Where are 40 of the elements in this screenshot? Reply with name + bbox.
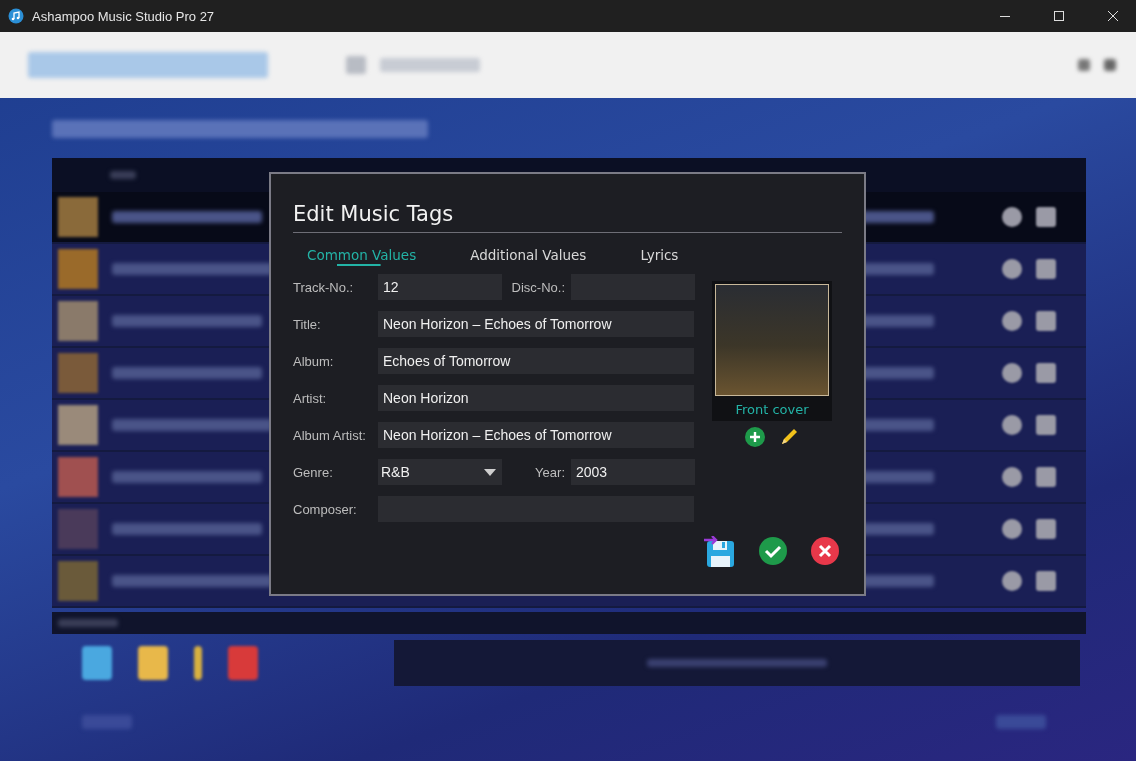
field-label: Album Artist: [293, 427, 367, 443]
photo-placeholder [58, 405, 98, 445]
dialog-title: Edit Music Tags [293, 202, 842, 233]
blurred-text [110, 171, 136, 179]
field-label: Year: [534, 464, 565, 480]
tab[interactable]: Additional Values [470, 245, 587, 266]
field-label: Title: [293, 316, 322, 332]
app-icon [8, 8, 24, 24]
input-field[interactable]: Neon Horizon – Echoes of Tomorrow [378, 422, 694, 448]
window-title: Ashampoo Music Studio Pro 27 [32, 8, 216, 24]
tab[interactable]: Lyrics [640, 245, 679, 266]
photo-placeholder [58, 509, 98, 549]
save-icon[interactable] [704, 536, 736, 568]
add-icon[interactable] [745, 427, 765, 447]
field-label: Album: [293, 353, 335, 369]
photo-placeholder [58, 353, 98, 393]
photo-placeholder [58, 249, 98, 289]
input-field[interactable]: Neon Horizon [378, 385, 694, 411]
field-label: Artist: [293, 390, 328, 406]
cancel-button[interactable] [810, 536, 840, 568]
close-icon[interactable] [1108, 11, 1118, 21]
input-field[interactable]: Echoes of Tomorrow [378, 348, 694, 374]
input-field[interactable]: Neon Horizon – Echoes of Tomorrow [378, 311, 694, 337]
field-label: Disc-No.: [510, 279, 565, 295]
cover-caption: Front cover [735, 401, 809, 419]
maximize-icon[interactable] [1054, 11, 1064, 21]
field-label: Composer: [293, 501, 358, 517]
input-field[interactable]: 12 [378, 274, 502, 300]
field-label: Track-No.: [293, 279, 355, 295]
caret-icon [484, 468, 496, 476]
photo-placeholder [58, 561, 98, 601]
photo-placeholder [58, 457, 98, 497]
dropdown[interactable]: R&B [378, 459, 502, 485]
field-label: Genre: [293, 464, 334, 480]
input-field[interactable]: 2003 [571, 459, 695, 485]
photo-placeholder [58, 301, 98, 341]
photo-placeholder [58, 197, 98, 237]
confirm-button[interactable] [758, 536, 788, 568]
minimize-icon[interactable] [1000, 15, 1010, 17]
blurred-text [58, 619, 118, 627]
